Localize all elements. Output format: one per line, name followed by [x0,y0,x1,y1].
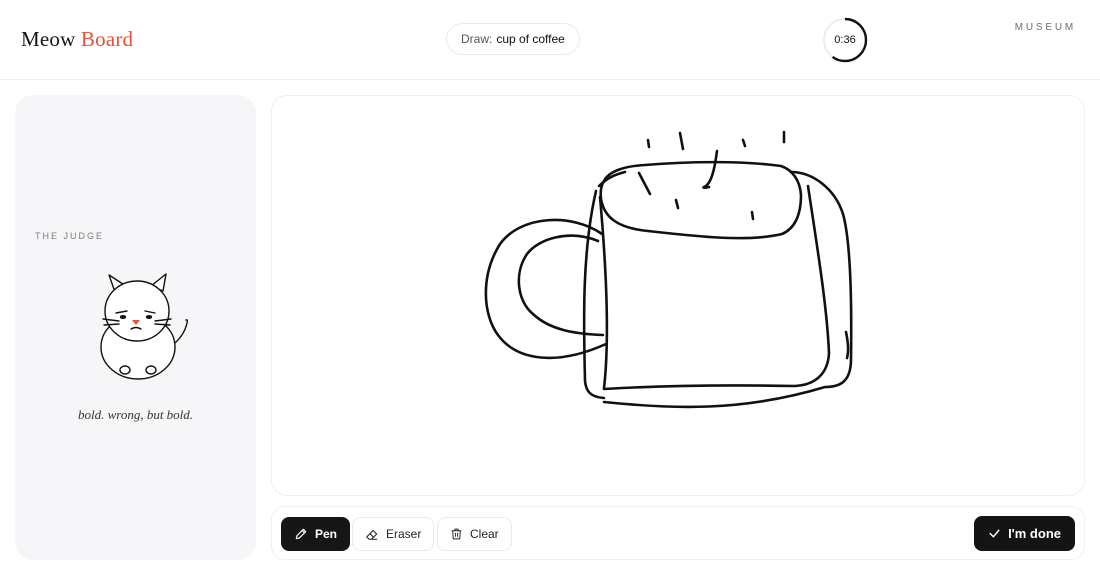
clear-label: Clear [470,527,499,541]
logo-word-meow: Meow [21,27,76,51]
prompt-word: cup of coffee [496,32,565,46]
sketch-strokes [484,130,853,409]
drawing-prompt: Draw: cup of coffee [446,23,580,55]
trash-icon [451,528,462,540]
im-done-button[interactable]: I'm done [974,516,1075,551]
done-label: I'm done [1008,526,1061,541]
clear-canvas-button[interactable]: Clear [437,517,512,551]
pencil-icon [295,528,307,540]
eraser-label: Eraser [386,527,422,541]
judge-label: THE JUDGE [35,231,105,241]
drawing-canvas[interactable] [271,95,1085,496]
timer-text: 0:36 [834,34,856,46]
eraser-tool-button[interactable]: Eraser [352,517,435,551]
app-header: Meow Board Draw: cup of coffee 0:36 MUSE… [0,0,1100,80]
countdown-timer: 0:36 [822,17,868,63]
judge-quote: bold. wrong, but bold. [77,407,194,422]
pen-label: Pen [315,527,338,541]
logo-word-board: Board [80,27,134,51]
judge-cat-illustration [97,265,207,485]
museum-link[interactable]: MUSEUM [1015,22,1076,33]
prompt-label: Draw: [461,32,493,46]
eraser-icon [366,529,378,540]
pen-tool-button[interactable]: Pen [281,517,351,551]
app-logo[interactable]: Meow Board [21,27,133,52]
check-icon [989,529,1000,538]
judge-panel: THE JUDGE bold. wrong, but bold. [15,95,256,560]
drawing-toolbar: Pen Eraser Clear I'm done [271,506,1085,560]
